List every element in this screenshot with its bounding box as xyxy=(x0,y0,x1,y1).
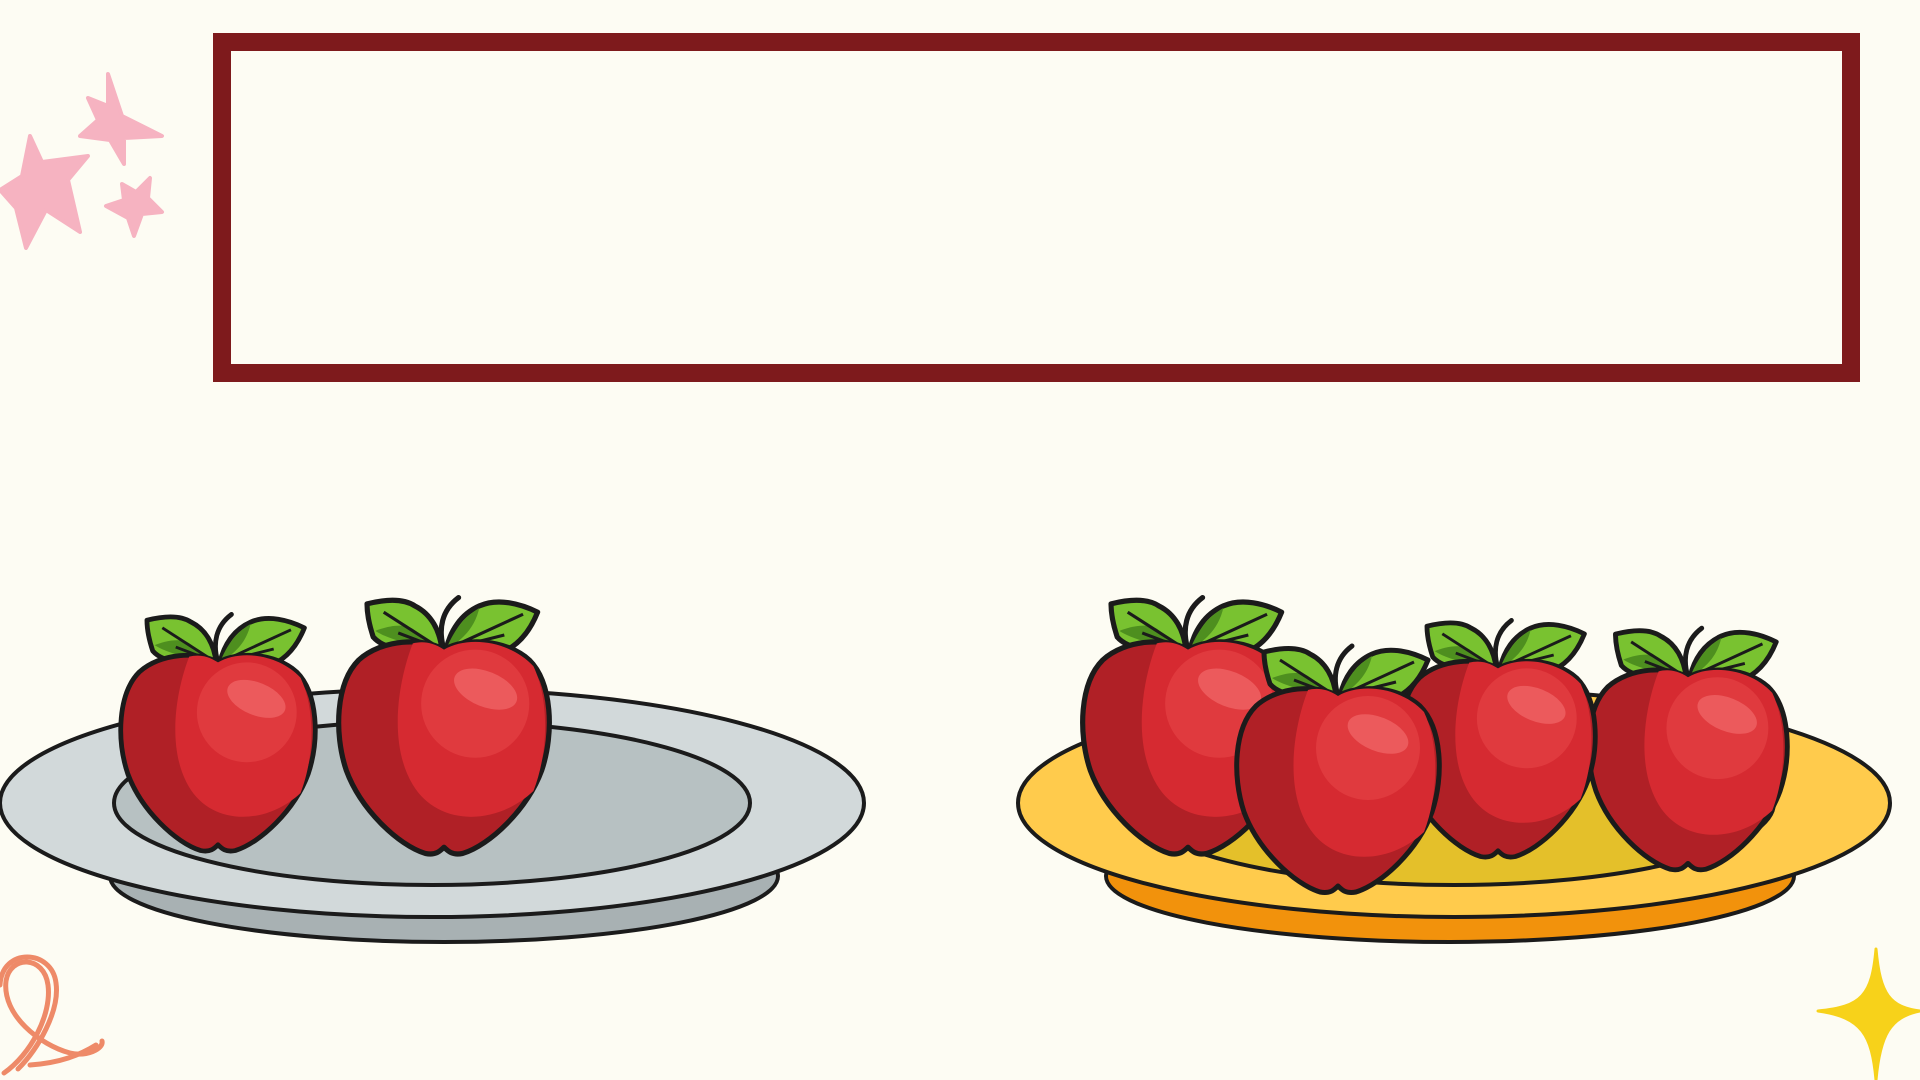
plates-scene xyxy=(0,0,1892,944)
apple-icon xyxy=(121,614,315,851)
apple-icon xyxy=(1589,628,1788,870)
apple-icon xyxy=(1237,646,1440,893)
apple-icon xyxy=(339,598,550,854)
